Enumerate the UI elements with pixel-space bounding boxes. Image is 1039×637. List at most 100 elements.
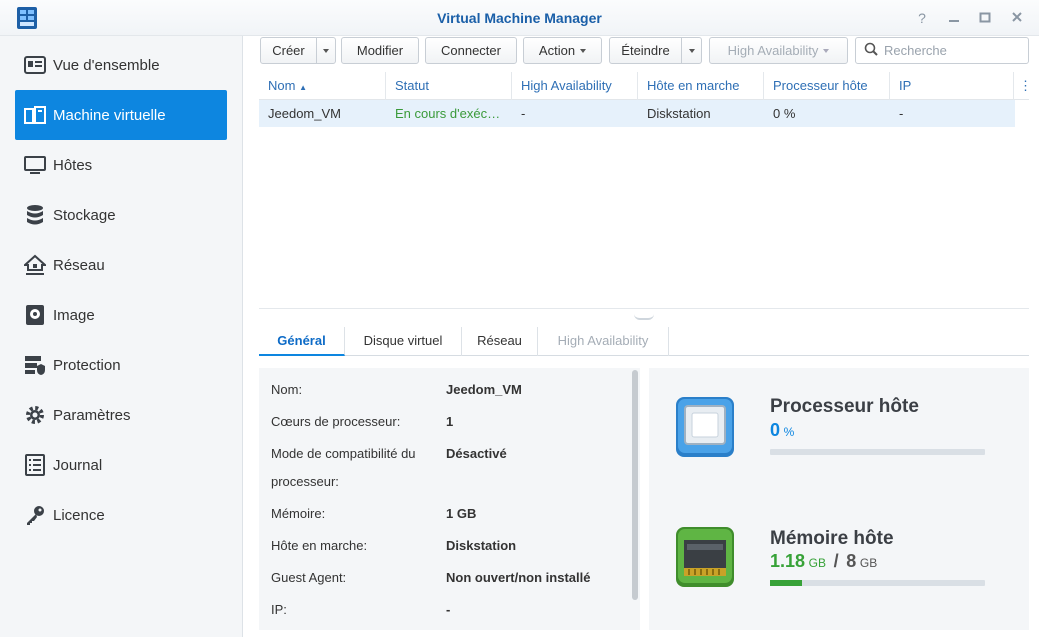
memory-usage-bar	[770, 580, 985, 586]
detail-label: Hôte en marche:	[271, 538, 368, 553]
sidebar-item-virtual-machine[interactable]: Machine virtuelle	[15, 90, 227, 140]
column-header-high-availability[interactable]: High Availability	[512, 72, 638, 100]
sidebar-item-hosts[interactable]: Hôtes	[15, 140, 227, 190]
memory-title: Mémoire hôte	[770, 528, 894, 549]
sidebar: Vue d'ensemble Machine virtuelle Hôtes S…	[0, 36, 243, 637]
sidebar-item-label: Hôtes	[53, 156, 93, 174]
memory-usage-bar-fill	[770, 580, 802, 586]
cell-status: En cours d'exécution	[395, 106, 512, 121]
create-button[interactable]: Créer	[260, 37, 317, 64]
shutdown-dropdown-button[interactable]	[681, 37, 702, 64]
sidebar-item-label: Paramètres	[53, 406, 131, 424]
sidebar-item-label: Journal	[53, 456, 103, 474]
create-dropdown-button[interactable]	[316, 37, 336, 64]
title-bar: Virtual Machine Manager ?	[0, 0, 1039, 36]
table-header: Nom ▲ Statut High Availability Hôte en m…	[259, 72, 1032, 100]
general-details-panel: Nom: Jeedom_VM Cœurs de processeur: 1 Mo…	[259, 368, 640, 630]
sidebar-item-label: Vue d'ensemble	[53, 56, 160, 74]
chevron-down-icon	[323, 48, 329, 53]
detail-value: 1	[446, 414, 454, 429]
column-header-ip[interactable]: IP	[890, 72, 1014, 100]
sidebar-item-label: Réseau	[53, 256, 105, 274]
log-list-icon	[23, 453, 47, 477]
modify-button[interactable]: Modifier	[341, 37, 419, 64]
search-box[interactable]	[855, 37, 1029, 64]
sidebar-item-label: Machine virtuelle	[53, 106, 166, 124]
detail-value: -	[446, 602, 451, 617]
detail-value: Diskstation	[446, 538, 517, 553]
minimize-icon[interactable]	[944, 8, 964, 28]
sidebar-item-network[interactable]: Réseau	[15, 240, 227, 290]
chevron-down-icon	[688, 48, 695, 53]
detail-value: Non ouvert/non installé	[446, 570, 591, 585]
connect-button[interactable]: Connecter	[425, 37, 517, 64]
cell-high-availability: -	[521, 106, 526, 121]
tab-general[interactable]: Général	[259, 327, 345, 356]
sidebar-item-settings[interactable]: Paramètres	[15, 390, 227, 440]
monitor-icon	[23, 153, 47, 177]
database-icon	[23, 203, 47, 227]
chevron-down-icon	[823, 48, 830, 53]
column-options-icon[interactable]: ⋮	[1014, 72, 1032, 100]
panel-divider	[259, 308, 1029, 309]
id-card-icon	[23, 53, 47, 77]
maximize-icon[interactable]	[975, 8, 995, 28]
disc-image-icon	[23, 303, 47, 327]
detail-label: IP:	[271, 602, 287, 617]
close-icon[interactable]	[1007, 8, 1027, 28]
splitter-handle[interactable]	[634, 314, 654, 320]
sidebar-item-protection[interactable]: Protection	[15, 340, 227, 390]
cell-running-host: Diskstation	[647, 106, 711, 121]
window-title: Virtual Machine Manager	[437, 10, 602, 26]
cpu-title: Processeur hôte	[770, 396, 919, 417]
tab-virtual-disk[interactable]: Disque virtuel	[345, 327, 462, 356]
high-availability-button[interactable]: High Availability	[709, 37, 848, 64]
tab-high-availability[interactable]: High Availability	[538, 327, 669, 356]
column-header-running-host[interactable]: Hôte en marche	[638, 72, 764, 100]
details-scrollbar[interactable]	[632, 370, 638, 600]
detail-value: 1 GB	[446, 506, 477, 521]
shield-server-icon	[23, 353, 47, 377]
column-header-name[interactable]: Nom ▲	[259, 72, 386, 100]
detail-label: Nom:	[271, 382, 303, 397]
shutdown-button[interactable]: Éteindre	[609, 37, 682, 64]
detail-label: Mémoire:	[271, 506, 326, 521]
detail-label: Cœurs de processeur:	[271, 414, 401, 429]
search-icon	[864, 42, 878, 59]
sidebar-item-license[interactable]: Licence	[15, 490, 227, 540]
virtual-machine-icon	[23, 103, 47, 127]
sidebar-item-image[interactable]: Image	[15, 290, 227, 340]
cell-ip: -	[899, 106, 904, 121]
memory-module-icon	[675, 526, 735, 588]
action-button[interactable]: Action	[523, 37, 602, 64]
sidebar-item-label: Image	[53, 306, 95, 324]
host-resources-panel: Processeur hôte 0 % Mémoire hôte 1.18 GB…	[649, 368, 1029, 630]
search-input[interactable]	[884, 43, 1024, 58]
chevron-down-icon	[580, 48, 587, 53]
table-row[interactable]: Jeedom_VM En cours d'exécution - Disksta…	[259, 100, 1015, 127]
sidebar-item-storage[interactable]: Stockage	[15, 190, 227, 240]
detail-label: Guest Agent:	[271, 570, 347, 585]
sidebar-item-log[interactable]: Journal	[15, 440, 227, 490]
help-icon[interactable]: ?	[912, 8, 932, 28]
key-icon	[23, 503, 47, 527]
sidebar-item-overview[interactable]: Vue d'ensemble	[15, 40, 227, 90]
detail-value: Jeedom_VM	[446, 382, 522, 397]
cpu-usage-bar	[770, 449, 985, 455]
tab-network[interactable]: Réseau	[462, 327, 538, 356]
cpu-usage-value: 0 %	[770, 420, 795, 440]
detail-tabs: Général Disque virtuel Réseau High Avail…	[259, 327, 1029, 356]
column-header-status[interactable]: Statut	[386, 72, 512, 100]
sidebar-item-label: Protection	[53, 356, 121, 374]
sidebar-item-label: Licence	[53, 506, 105, 524]
sort-ascending-icon: ▲	[299, 83, 307, 92]
memory-usage-value: 1.18 GB / 8 GB	[770, 551, 878, 571]
cpu-chip-icon	[675, 396, 735, 458]
detail-label: Mode de compatibilité du	[271, 446, 416, 461]
detail-value: Désactivé	[446, 446, 507, 461]
cell-host-cpu: 0 %	[773, 106, 796, 121]
column-header-host-cpu[interactable]: Processeur hôte	[764, 72, 890, 100]
home-network-icon	[23, 253, 47, 277]
detail-label: processeur:	[271, 474, 339, 489]
sidebar-item-label: Stockage	[53, 206, 116, 224]
